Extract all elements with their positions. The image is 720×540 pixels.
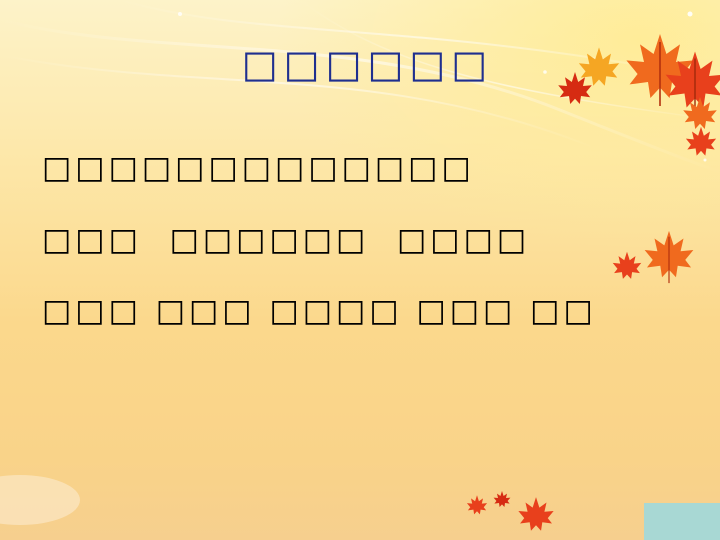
maple-leaf-icon	[558, 72, 592, 104]
content-line-1: □□□□□□□□□□□□□	[42, 150, 475, 186]
maple-leaf-icon	[612, 251, 642, 279]
maple-leaf-icon	[685, 126, 717, 156]
corner-box	[644, 503, 720, 540]
maple-leaf-icon	[518, 497, 554, 531]
maple-leaf-icon	[466, 495, 488, 515]
content-line-3: □□□ □□□ □□□□ □□□ □□	[42, 293, 597, 329]
content-line-2: □□□ □□□□□□ □□□□	[42, 222, 531, 258]
slide: □□□□□□ □□□□□□□□□□□□□ □□□ □□□□□□ □□□□ □□□…	[0, 0, 720, 540]
maple-leaf-icon	[493, 491, 511, 507]
maple-leaf-icon	[644, 230, 694, 284]
